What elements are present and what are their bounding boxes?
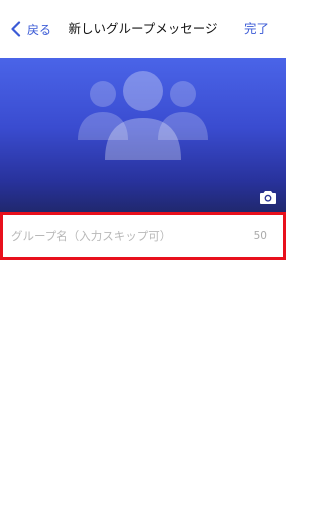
camera-button[interactable] bbox=[260, 190, 276, 204]
character-count: 50 bbox=[253, 230, 267, 242]
back-label: 戻る bbox=[27, 22, 52, 37]
back-button[interactable]: 戻る bbox=[10, 18, 51, 40]
group-name-row: 50 bbox=[0, 212, 286, 260]
camera-icon bbox=[260, 191, 276, 204]
navigation-bar: 戻る 新しいグループメッセージ 完了 bbox=[0, 0, 286, 58]
group-cover-image[interactable] bbox=[0, 58, 286, 212]
group-icon bbox=[78, 71, 208, 160]
group-name-input[interactable] bbox=[11, 215, 241, 257]
chevron-left-icon bbox=[10, 21, 22, 37]
done-button[interactable]: 完了 bbox=[244, 18, 269, 40]
page-title: 新しいグループメッセージ bbox=[68, 21, 218, 36]
